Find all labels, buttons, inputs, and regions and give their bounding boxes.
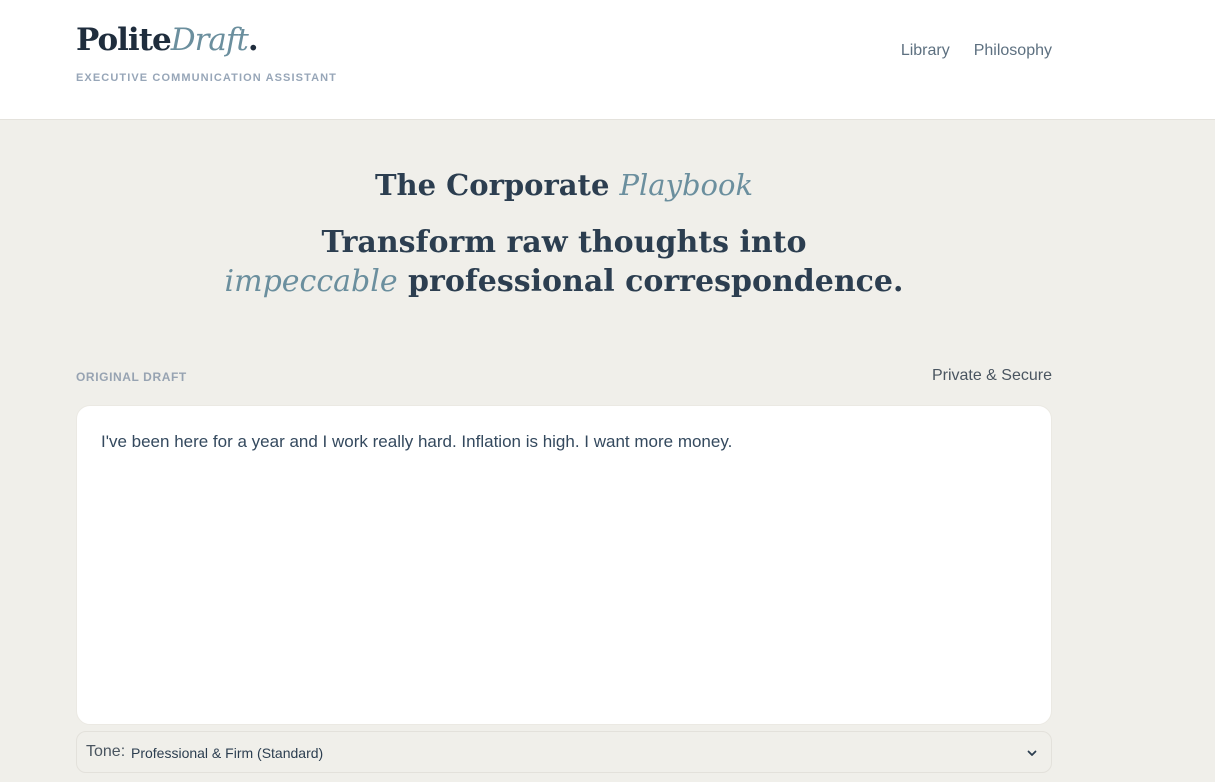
site-header: PoliteDraft. EXECUTIVE COMMUNICATION ASS…: [0, 0, 1215, 120]
draft-label-row: ORIGINAL DRAFT Private & Secure: [76, 366, 1052, 388]
logo-main: Polite: [76, 22, 172, 58]
hero-title: The Corporate Playbook: [0, 168, 1128, 202]
draft-card: I've been here for a year and I work rea…: [76, 405, 1052, 725]
hero-subtitle-line2: impeccable professional correspondence.: [0, 262, 1128, 301]
hero-title-accent: Playbook: [619, 168, 754, 202]
hero-subtitle-accent: impeccable: [224, 264, 398, 299]
privacy-label: Private & Secure: [931, 367, 1052, 384]
chevron-down-icon: [1027, 750, 1037, 756]
original-draft-label: ORIGINAL DRAFT: [76, 370, 187, 384]
logo[interactable]: PoliteDraft.: [76, 22, 259, 58]
logo-dot: .: [247, 22, 259, 58]
draft-textarea[interactable]: I've been here for a year and I work rea…: [101, 430, 1021, 454]
tone-select[interactable]: Tone: Professional & Firm (Standard): [76, 731, 1052, 773]
hero-subtitle: Transform raw thoughts into impeccable p…: [0, 223, 1128, 301]
logo-accent: Draft: [170, 22, 249, 58]
nav-library-link[interactable]: Library: [901, 42, 950, 60]
tone-selected-value: Professional & Firm (Standard): [131, 745, 324, 761]
hero-subtitle-line1: Transform raw thoughts into: [321, 225, 807, 260]
tone-label: Tone:: [86, 743, 126, 760]
main-nav: Library Philosophy: [901, 42, 1052, 60]
nav-philosophy-link[interactable]: Philosophy: [974, 42, 1052, 60]
tagline: EXECUTIVE COMMUNICATION ASSISTANT: [76, 72, 337, 84]
hero-title-main: The Corporate: [374, 168, 620, 202]
hero-subtitle-rest: professional correspondence.: [397, 264, 904, 299]
